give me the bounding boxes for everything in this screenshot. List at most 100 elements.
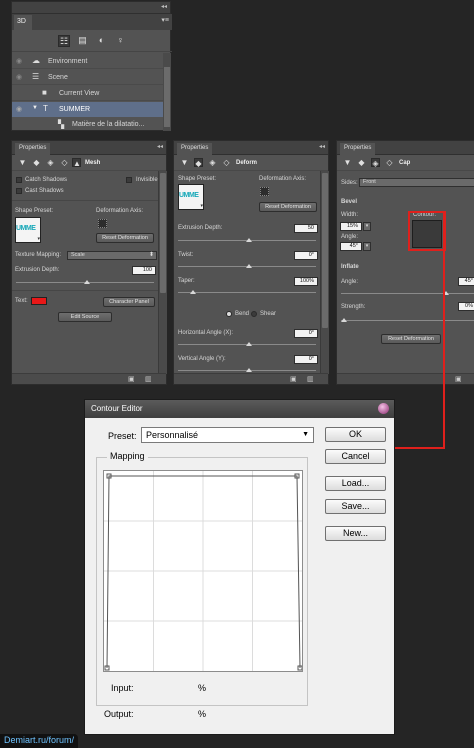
tab-properties[interactable]: Properties (340, 143, 376, 155)
bevel-width-input[interactable]: 15% (340, 222, 362, 231)
collapse-icon[interactable]: ◂◂ (161, 3, 167, 10)
collapse-icon[interactable]: ◂◂ (157, 143, 163, 150)
inflate-angle-input[interactable]: 45° (458, 277, 474, 286)
inflate-angle-slider[interactable] (341, 293, 474, 294)
filter-materials-icon[interactable]: ◐ (97, 36, 106, 45)
render-icon[interactable]: ▣ (290, 375, 297, 383)
horizontal-angle-slider-knob[interactable] (246, 342, 252, 346)
sides-value: Front (363, 179, 376, 185)
angle-stepper-icon[interactable]: ▾ (363, 242, 371, 251)
preset-select[interactable]: Personnalisé ▼ (141, 427, 314, 443)
save-button[interactable]: Save... (325, 499, 386, 514)
dialog-titlebar[interactable]: Contour Editor (85, 400, 394, 418)
panel-menu-icon[interactable]: ▾≡ (161, 16, 169, 24)
horizontal-angle-input[interactable]: 0° (294, 329, 318, 338)
strength-slider[interactable] (341, 320, 474, 321)
extrusion-depth-slider-knob[interactable] (246, 238, 252, 242)
twist-slider-knob[interactable] (246, 264, 252, 268)
new-button[interactable]: New... (325, 526, 386, 541)
trash-icon[interactable]: ▥ (307, 375, 314, 383)
sides-select[interactable]: Front (359, 178, 474, 187)
edit-source-button[interactable]: Edit Source (58, 312, 112, 322)
width-stepper-icon[interactable]: ▾ (363, 222, 371, 231)
tab-3d[interactable]: 3D (14, 15, 32, 30)
taper-slider-knob[interactable] (190, 290, 196, 294)
strength-slider-knob[interactable] (341, 318, 347, 322)
filter-icon[interactable]: ▼ (180, 158, 189, 167)
collapse-icon[interactable]: ◂◂ (319, 143, 325, 150)
mapping-curve-svg[interactable] (104, 471, 303, 671)
deform-icon[interactable]: ◈ (46, 158, 55, 167)
extrusion-depth-slider-knob[interactable] (84, 280, 90, 284)
eye-icon[interactable]: ◉ (16, 73, 22, 81)
bend-radio[interactable] (226, 311, 232, 317)
character-panel-button[interactable]: Character Panel (103, 297, 155, 307)
reset-deformation-button[interactable]: Reset Deformation (381, 334, 441, 344)
shape-preset-thumbnail[interactable]: UMME ▾ (15, 217, 41, 243)
cap-icon[interactable]: ◇ (60, 158, 69, 167)
list-item[interactable]: ◉ ☰ Scene (12, 70, 163, 85)
list-item[interactable]: ◉ ☁ Environment (12, 54, 163, 69)
shape-preset-thumbnail[interactable]: UMME ▾ (178, 184, 204, 210)
vertical-angle-input[interactable]: 0° (294, 355, 318, 364)
eye-icon[interactable]: ◉ (16, 57, 22, 65)
panel-titlebar: Properties (337, 141, 474, 155)
vertical-angle-slider-knob[interactable] (246, 368, 252, 372)
reset-deformation-button[interactable]: Reset Deformation (96, 233, 154, 243)
catch-shadows-checkbox[interactable] (16, 177, 22, 183)
deform-tab-icon[interactable]: ◆ (194, 158, 203, 168)
scrollbar[interactable] (158, 171, 167, 374)
expand-triangle-icon[interactable]: ▼ (32, 105, 38, 111)
tab-properties[interactable]: Properties (177, 143, 213, 155)
eye-icon[interactable]: ◉ (16, 105, 22, 113)
cap-tab-icon[interactable]: ◈ (371, 158, 380, 168)
cap-icon[interactable]: ◈ (208, 158, 217, 167)
mesh-icon[interactable]: ◆ (32, 158, 41, 167)
ok-button[interactable]: OK (325, 427, 386, 442)
mapping-curve-canvas[interactable] (103, 470, 303, 672)
tree-label: Matière de la dilatatio... (72, 121, 145, 128)
taper-slider[interactable] (178, 292, 316, 293)
cast-shadows-checkbox[interactable] (16, 188, 22, 194)
mesh-tab-icon[interactable]: ▲ (72, 158, 81, 168)
trash-icon[interactable]: ▥ (145, 375, 152, 383)
list-item[interactable]: ◉ ▼ T SUMMER (12, 102, 163, 117)
filter-scene-icon[interactable]: ☷ (58, 35, 70, 47)
scrollbar[interactable] (163, 53, 171, 131)
filter-icon[interactable]: ▼ (343, 158, 352, 167)
texture-mapping-select[interactable]: Scale ⬍ (67, 251, 157, 260)
text-color-swatch[interactable] (31, 297, 47, 305)
filter-icon[interactable]: ▼ (18, 158, 27, 167)
deformation-axis-grid-icon[interactable] (260, 187, 269, 196)
coordinates-icon[interactable]: ◇ (385, 158, 394, 167)
extrusion-depth-input[interactable]: 50 (294, 224, 318, 233)
filter-lights-icon[interactable]: ♀ (116, 36, 125, 45)
extrusion-depth-input[interactable]: 100 (132, 266, 156, 275)
taper-input[interactable]: 100% (294, 277, 318, 286)
dropdown-arrow-icon[interactable]: ▾ (200, 203, 203, 209)
render-icon[interactable]: ▣ (128, 375, 135, 383)
reset-deformation-button[interactable]: Reset Deformation (259, 202, 317, 212)
close-icon[interactable] (378, 403, 389, 414)
dropdown-arrow-icon[interactable]: ▾ (37, 236, 40, 242)
list-item[interactable]: ■ Current View (12, 86, 163, 101)
scrollbar-thumb[interactable] (164, 67, 170, 127)
twist-input[interactable]: 0° (294, 251, 318, 260)
mesh-icon[interactable]: ◆ (357, 158, 366, 167)
load-button[interactable]: Load... (325, 476, 386, 491)
render-icon[interactable]: ▣ (455, 375, 462, 383)
scrollbar[interactable] (320, 171, 329, 374)
strength-input[interactable]: 0% (458, 302, 474, 311)
deformation-axis-grid-icon[interactable] (98, 219, 107, 228)
cancel-button[interactable]: Cancel (325, 449, 386, 464)
tab-properties[interactable]: Properties (15, 143, 51, 155)
scrollbar-thumb[interactable] (160, 173, 166, 293)
coordinates-icon[interactable]: ◇ (222, 158, 231, 167)
bevel-angle-input[interactable]: 45° (340, 242, 362, 251)
list-item[interactable]: ▚ Matière de la dilatatio... (12, 118, 163, 132)
filter-meshes-icon[interactable]: ▤ (78, 36, 87, 45)
scrollbar-thumb[interactable] (322, 173, 328, 328)
panel-3d-tabbar: 3D ▾≡ (12, 14, 172, 30)
invisible-checkbox[interactable] (126, 177, 132, 183)
shear-radio[interactable] (251, 311, 257, 317)
